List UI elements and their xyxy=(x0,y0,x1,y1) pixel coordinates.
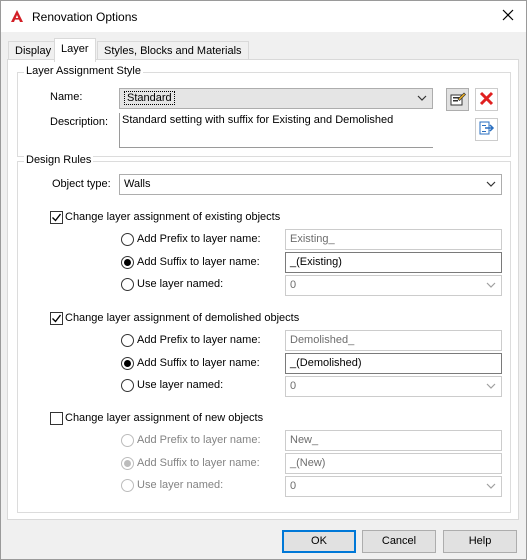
ok-button[interactable]: OK xyxy=(282,530,356,553)
existing-prefix-label: Add Prefix to layer name: xyxy=(137,233,261,245)
new-prefix-radio[interactable] xyxy=(121,434,134,447)
demolished-named-radio[interactable] xyxy=(121,379,134,392)
new-suffix-radio[interactable] xyxy=(121,457,134,470)
help-button[interactable]: Help xyxy=(443,530,517,553)
new-suffix-value: _(New) xyxy=(290,457,326,469)
existing-named-label: Use layer named: xyxy=(137,278,224,290)
delete-icon xyxy=(479,91,494,109)
tab-strip: Display Layer Styles, Blocks and Materia… xyxy=(1,32,526,62)
existing-named-radio[interactable] xyxy=(121,278,134,291)
demolished-prefix-value: Demolished_ xyxy=(290,334,355,346)
cancel-button[interactable]: Cancel xyxy=(362,530,436,553)
chevron-down-icon xyxy=(486,381,496,394)
layer-assignment-group: Layer Assignment Style Name: Standard De… xyxy=(17,65,511,157)
title-bar: Renovation Options xyxy=(1,1,526,32)
name-label: Name: xyxy=(50,91,83,103)
layer-assignment-group-label: Layer Assignment Style xyxy=(24,65,143,77)
new-prefix-value: New_ xyxy=(290,434,319,446)
tab-layer[interactable]: Layer xyxy=(54,38,96,62)
design-rules-group: Design Rules Object type: Walls Change l… xyxy=(17,154,511,513)
existing-suffix-radio[interactable] xyxy=(121,256,134,269)
demolished-layer-combo[interactable]: 0 xyxy=(285,376,502,397)
edit-style-button[interactable] xyxy=(446,88,469,111)
dialog-window: Renovation Options Display Layer Styles,… xyxy=(0,0,527,560)
new-prefix-label: Add Prefix to layer name: xyxy=(137,434,261,446)
import-style-button[interactable] xyxy=(475,118,498,141)
demolished-named-label: Use layer named: xyxy=(137,379,224,391)
demolished-suffix-input[interactable]: _(Demolished) xyxy=(285,353,502,374)
tab-panel-layer: Layer Assignment Style Name: Standard De… xyxy=(7,59,519,520)
existing-prefix-radio[interactable] xyxy=(121,233,134,246)
edit-style-icon xyxy=(449,90,466,110)
new-layer-value: 0 xyxy=(290,480,297,492)
autocad-app-icon xyxy=(10,9,24,23)
style-name-value: Standard xyxy=(124,91,175,105)
new-named-radio[interactable] xyxy=(121,479,134,492)
existing-suffix-value: _(Existing) xyxy=(290,256,342,268)
existing-prefix-value: Existing_ xyxy=(290,233,335,245)
close-icon[interactable] xyxy=(500,7,516,23)
object-type-combo[interactable]: Walls xyxy=(119,174,502,195)
design-rules-group-label: Design Rules xyxy=(24,154,94,166)
existing-layer-combo[interactable]: 0 xyxy=(285,275,502,296)
import-style-icon xyxy=(478,120,495,140)
dialog-title: Renovation Options xyxy=(32,10,138,24)
demolished-checkbox-label: Change layer assignment of demolished ob… xyxy=(65,312,300,324)
existing-suffix-label: Add Suffix to layer name: xyxy=(137,256,260,268)
description-label: Description: xyxy=(50,116,109,128)
new-checkbox-label: Change layer assignment of new objects xyxy=(65,412,264,424)
demolished-prefix-input[interactable]: Demolished_ xyxy=(285,330,502,351)
demolished-suffix-value: _(Demolished) xyxy=(290,357,362,369)
existing-prefix-input[interactable]: Existing_ xyxy=(285,229,502,250)
existing-checkbox-label: Change layer assignment of existing obje… xyxy=(65,211,281,223)
existing-layer-value: 0 xyxy=(290,279,297,291)
demolished-prefix-label: Add Prefix to layer name: xyxy=(137,334,261,346)
delete-style-button[interactable] xyxy=(475,88,498,111)
description-value: Standard setting with suffix for Existin… xyxy=(122,114,394,126)
chevron-down-icon xyxy=(417,93,427,103)
new-checkbox[interactable] xyxy=(50,412,63,425)
new-named-label: Use layer named: xyxy=(137,479,224,491)
existing-checkbox[interactable] xyxy=(50,211,63,224)
demolished-prefix-radio[interactable] xyxy=(121,334,134,347)
new-suffix-label: Add Suffix to layer name: xyxy=(137,457,260,469)
demolished-suffix-label: Add Suffix to layer name: xyxy=(137,357,260,369)
existing-suffix-input[interactable]: _(Existing) xyxy=(285,252,502,273)
demolished-checkbox[interactable] xyxy=(50,312,63,325)
chevron-down-icon xyxy=(486,280,496,293)
style-name-combo[interactable]: Standard xyxy=(119,88,433,109)
new-layer-combo[interactable]: 0 xyxy=(285,476,502,497)
object-type-label: Object type: xyxy=(52,178,111,190)
chevron-down-icon xyxy=(486,481,496,494)
tab-styles-blocks-materials[interactable]: Styles, Blocks and Materials xyxy=(97,41,249,61)
chevron-down-icon xyxy=(486,179,496,189)
demolished-suffix-radio[interactable] xyxy=(121,357,134,370)
demolished-layer-value: 0 xyxy=(290,380,297,392)
new-suffix-input[interactable]: _(New) xyxy=(285,453,502,474)
description-box: Standard setting with suffix for Existin… xyxy=(119,113,433,148)
new-prefix-input[interactable]: New_ xyxy=(285,430,502,451)
object-type-value: Walls xyxy=(124,178,151,190)
tab-display[interactable]: Display xyxy=(8,41,59,61)
